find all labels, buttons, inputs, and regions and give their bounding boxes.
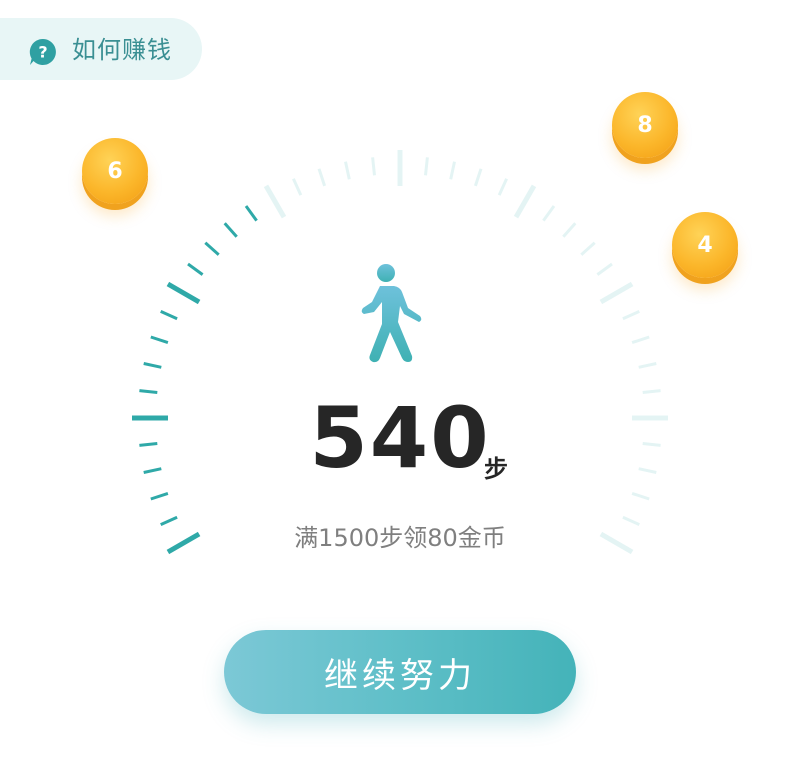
gauge-tick [263,184,287,219]
keep-going-label: 继续努力 [324,655,476,696]
gauge-tick [622,515,640,526]
gauge-tick [562,222,577,238]
gauge-tick [473,168,483,187]
gauge-tick-active [166,531,201,555]
coin-value: 4 [697,232,713,258]
gauge-tick [513,184,537,219]
coin-bubble[interactable]: 6 [82,138,148,204]
coin-value: 8 [637,112,653,138]
gauge-tick-active [139,442,158,447]
gauge-tick [497,178,508,196]
gauge-tick-active [166,281,201,305]
gauge-tick [642,442,661,447]
gauge-tick-active [160,310,178,321]
gauge-tick [449,161,456,180]
coin-bubble[interactable]: 4 [672,212,738,278]
gauge-tick-active [187,262,204,276]
gauge-tick-active [244,205,258,222]
gauge-tick [638,362,657,369]
gauge-tick-active [150,491,169,501]
coin-value: 6 [107,158,123,184]
gauge-tick [599,531,634,555]
gauge-tick [622,310,640,321]
walking-person-icon [361,264,422,363]
coin-bubble[interactable]: 8 [612,92,678,158]
gauge-tick-active [143,467,162,474]
gauge-tick-active [143,362,162,369]
gauge-tick [638,467,657,474]
gauge-tick-active [150,335,169,345]
current-steps: 540 [309,389,491,487]
gauge-tick [344,161,351,180]
gauge-tick-active [139,389,158,394]
gauge-tick-active [204,241,220,256]
step-goal-reward-text: 满1500步领80金币 [294,524,506,552]
gauge-tick-active [223,222,238,238]
gauge-tick [642,389,661,394]
gauge-tick [631,491,650,501]
gauge-tick [580,241,596,256]
gauge-tick-active [160,515,178,526]
gauge-tick [292,178,303,196]
gauge-tick [542,205,556,222]
gauge-tick [599,281,634,305]
gauge-tick [371,157,376,176]
gauge-tick [317,168,327,187]
keep-going-button[interactable]: 继续努力 [224,630,576,714]
gauge-tick [424,157,429,176]
gauge-tick [631,335,650,345]
gauge-tick [596,262,613,276]
steps-unit: 步 [484,455,508,483]
